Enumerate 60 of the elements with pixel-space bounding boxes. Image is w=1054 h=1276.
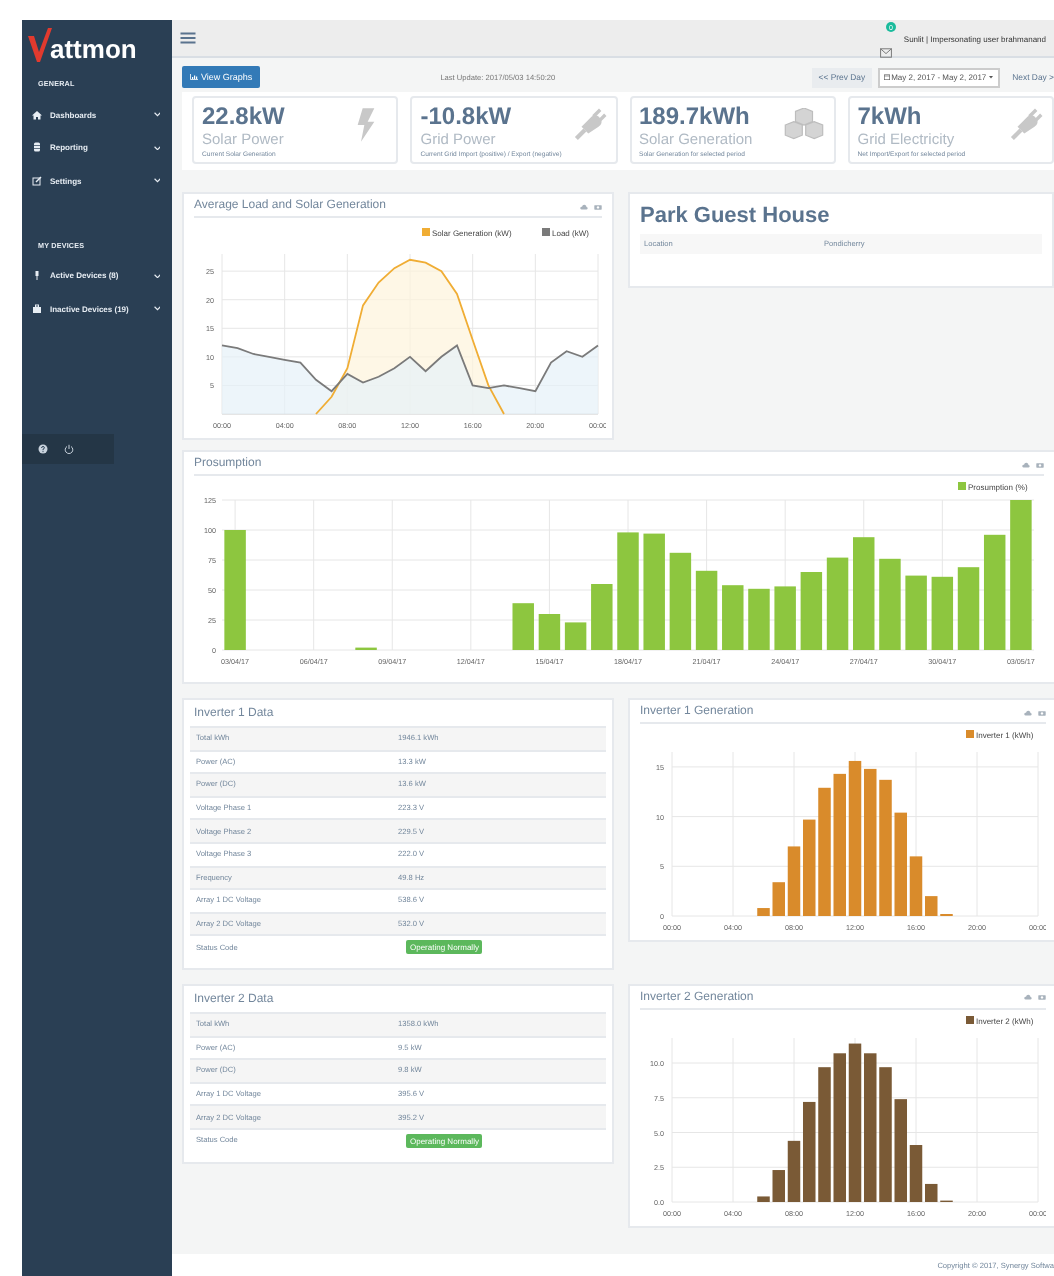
bar <box>224 530 246 650</box>
help-icon[interactable] <box>38 443 48 453</box>
camera-icon[interactable] <box>1036 461 1044 467</box>
camera-icon[interactable] <box>1038 994 1046 1001</box>
camera-icon[interactable] <box>1038 709 1046 715</box>
bar <box>617 532 639 650</box>
bar <box>826 557 849 650</box>
bar <box>957 567 980 650</box>
bar <box>879 558 901 650</box>
download-icon[interactable] <box>1024 709 1032 715</box>
bar <box>512 603 534 650</box>
database-icon <box>32 142 42 153</box>
legend-swatch <box>422 228 430 236</box>
briefcase-icon <box>32 303 42 314</box>
bar <box>591 584 613 650</box>
stat-value: 189.7kWh <box>639 104 752 130</box>
bar <box>800 572 823 650</box>
stat-value: 7kWh <box>857 104 924 130</box>
bar <box>564 622 587 650</box>
power-icon[interactable] <box>64 443 74 453</box>
calendar-icon <box>883 74 890 80</box>
bar-chart-icon <box>190 74 198 80</box>
caret-icon <box>988 74 995 80</box>
bar <box>853 537 875 650</box>
camera-icon[interactable] <box>594 203 602 209</box>
brand-name: attmon <box>50 36 137 62</box>
chevron-down-icon <box>153 273 160 278</box>
bar <box>722 585 744 650</box>
mail-icon[interactable] <box>879 48 892 58</box>
stat-value: -10.8kW <box>420 104 514 130</box>
bar <box>669 552 692 650</box>
download-icon[interactable] <box>1024 994 1032 1001</box>
legend-swatch <box>542 228 550 236</box>
logo-mark-icon <box>28 28 52 62</box>
plug-icon <box>1008 108 1044 142</box>
bar <box>905 575 927 650</box>
site-name: Park Guest House <box>640 204 832 228</box>
menu-icon[interactable] <box>180 32 196 44</box>
edit-icon <box>32 175 42 186</box>
legend-swatch <box>958 482 966 490</box>
chevron-down-icon <box>153 145 160 150</box>
bar <box>983 534 1006 650</box>
bar <box>538 614 561 650</box>
home-icon <box>32 109 42 120</box>
legend-swatch <box>966 730 974 738</box>
stat-value: 22.8kW <box>202 104 287 130</box>
lightning-icon <box>356 108 377 142</box>
chevron-down-icon <box>153 178 160 183</box>
bar <box>748 588 770 650</box>
download-icon[interactable] <box>1022 461 1030 467</box>
download-icon[interactable] <box>580 203 588 209</box>
bar <box>643 533 665 650</box>
plug-icon <box>571 108 607 142</box>
bar <box>931 576 954 650</box>
chevron-down-icon <box>153 112 160 117</box>
bar <box>774 586 796 650</box>
bar <box>695 570 718 650</box>
cubes-icon <box>781 108 826 142</box>
chevron-down-icon <box>153 306 160 311</box>
legend-swatch <box>966 1015 974 1024</box>
